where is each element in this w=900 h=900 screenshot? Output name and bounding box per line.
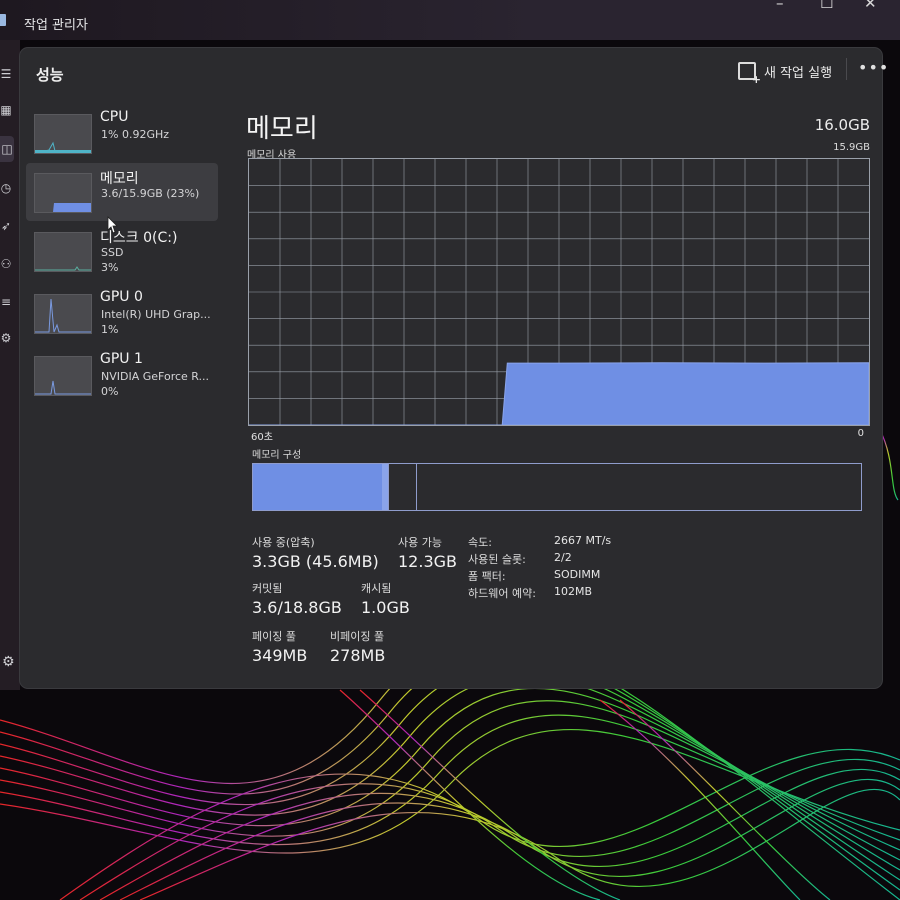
app-title: 작업 관리자	[24, 18, 88, 33]
sidebar-item-detail: 1% 0.92GHz	[101, 128, 170, 141]
sidebar-item-name: CPU	[100, 109, 129, 125]
close-button[interactable]: ✕	[864, 0, 877, 12]
details-icon[interactable]: ≡	[0, 296, 12, 308]
disk-thumbnail-graph	[34, 232, 92, 272]
processes-icon[interactable]: ▦	[0, 104, 12, 116]
mouse-cursor-icon	[107, 216, 118, 234]
slots-label: 사용된 슬롯:	[468, 553, 526, 566]
composition-modified-segment	[387, 464, 418, 510]
sidebar-item-gpu1[interactable]: GPU 1 NVIDIA GeForce R... 0%	[26, 346, 218, 404]
memory-title: 메모리	[246, 114, 318, 144]
sidebar-item-detail: 3.6/15.9GB (23%)	[101, 187, 200, 200]
paged-pool-label: 페이징 풀	[252, 630, 296, 643]
paged-pool-value: 349MB	[252, 646, 308, 665]
sidebar-item-name: GPU 0	[100, 289, 143, 305]
sidebar-item-memory[interactable]: 메모리 3.6/15.9GB (23%)	[26, 163, 218, 221]
nonpaged-pool-label: 비페이징 풀	[330, 630, 385, 643]
graph-time-end: 0	[857, 428, 864, 439]
title-bar: 작업 관리자 – ☐ ✕	[0, 0, 900, 40]
menu-icon[interactable]: ☰	[0, 68, 12, 80]
speed-label: 속도:	[468, 536, 492, 549]
sidebar-item-usage: 3%	[101, 261, 119, 274]
settings-icon[interactable]: ⚙	[2, 654, 15, 670]
users-icon[interactable]: ⚇	[0, 258, 12, 270]
header-divider	[846, 58, 847, 80]
sidebar-item-gpu0[interactable]: GPU 0 Intel(R) UHD Grap... 1%	[26, 284, 218, 342]
cpu-thumbnail-graph	[34, 114, 92, 154]
sidebar-item-detail: SSD	[101, 246, 124, 259]
task-manager-app-icon	[0, 14, 6, 26]
composition-in-use-segment	[253, 464, 388, 510]
performance-panel: 성능 새 작업 실행 ••• CPU 1% 0.92GHz 메모리 3.6/15…	[20, 48, 888, 688]
gpu1-thumbnail-graph	[34, 356, 92, 396]
services-icon[interactable]: ⚙	[0, 332, 12, 344]
history-icon[interactable]: ◷	[0, 182, 12, 194]
graph-time-start: 60초	[251, 432, 273, 443]
minimize-button[interactable]: –	[776, 0, 784, 12]
hardware-reserved-value: 102MB	[554, 585, 593, 598]
sidebar-item-cpu[interactable]: CPU 1% 0.92GHz	[26, 104, 218, 162]
sidebar-item-usage: 0%	[101, 385, 119, 398]
memory-usage-graph-canvas	[249, 159, 870, 426]
new-task-button[interactable]: 새 작업 실행	[738, 56, 832, 86]
available-value: 12.3GB	[398, 552, 457, 571]
memory-usage-max: 15.9GB	[833, 142, 870, 153]
memory-usage-graph	[248, 158, 870, 426]
navigation-rail: ☰ ▦ ◫ ◷ ➶ ⚇ ≡ ⚙	[0, 40, 20, 690]
speed-value: 2667 MT/s	[554, 534, 612, 547]
available-label: 사용 가능	[398, 536, 442, 549]
sidebar-item-detail: NVIDIA GeForce R...	[101, 370, 210, 383]
hardware-reserved-label: 하드웨어 예약:	[468, 587, 536, 600]
form-factor-value: SODIMM	[554, 568, 601, 581]
gpu0-thumbnail-graph	[34, 294, 92, 334]
in-use-label: 사용 중(압축)	[252, 536, 315, 549]
memory-thumbnail-graph	[34, 173, 92, 213]
performance-icon[interactable]: ◫	[0, 136, 14, 162]
maximize-button[interactable]: ☐	[820, 0, 833, 12]
page-title: 성능	[36, 66, 64, 84]
sidebar-item-detail: Intel(R) UHD Grap...	[101, 308, 211, 321]
sidebar-item-disk[interactable]: 디스크 0(C:) SSD 3%	[26, 222, 218, 280]
startup-icon[interactable]: ➶	[0, 220, 12, 232]
memory-composition-label: 메모리 구성	[252, 450, 302, 461]
cached-value: 1.0GB	[361, 598, 410, 617]
committed-value: 3.6/18.8GB	[252, 598, 342, 617]
committed-label: 커밋됨	[252, 582, 283, 595]
slots-value: 2/2	[554, 551, 572, 564]
nonpaged-pool-value: 278MB	[330, 646, 386, 665]
cached-label: 캐시됨	[361, 582, 392, 595]
sidebar-item-name: 메모리	[100, 171, 139, 187]
form-factor-label: 폼 팩터:	[468, 570, 506, 583]
new-task-icon	[738, 62, 761, 86]
in-use-value: 3.3GB (45.6MB)	[252, 552, 379, 571]
sidebar-item-name: GPU 1	[100, 351, 143, 367]
sidebar-item-usage: 1%	[101, 323, 119, 336]
memory-composition-bar	[252, 463, 862, 511]
memory-total: 16.0GB	[814, 116, 870, 134]
more-options-button[interactable]: •••	[858, 58, 889, 77]
new-task-label: 새 작업 실행	[764, 65, 833, 81]
